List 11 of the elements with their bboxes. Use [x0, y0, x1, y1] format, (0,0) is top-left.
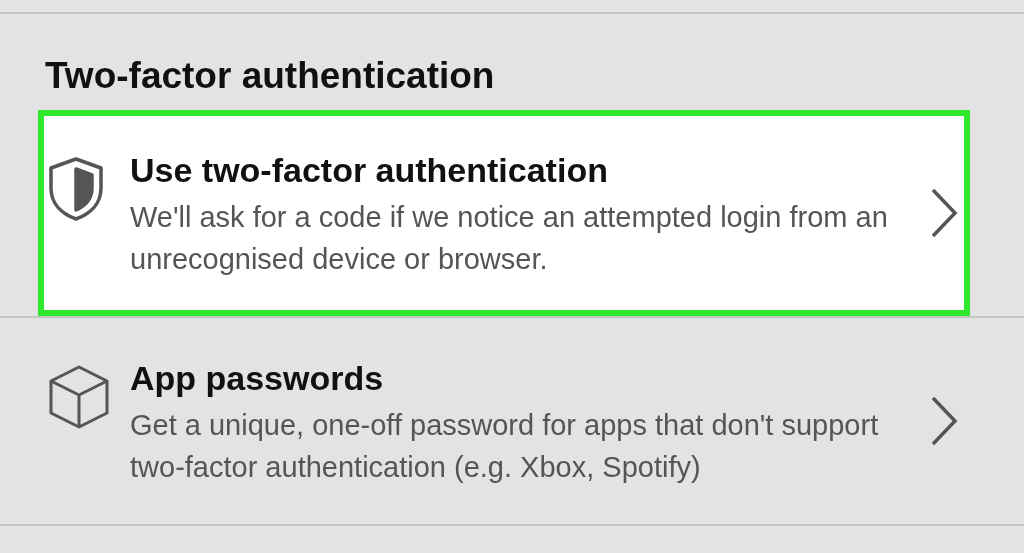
item-description: Get a unique, one-off password for apps that don't support two-factor authentication (e.g. Xbox, Spotify) — [130, 408, 880, 485]
section-heading: Two-factor authentication — [44, 54, 496, 98]
item-description: We'll ask for a code if we notice an attempted login from an unrecognised device or browser. — [130, 200, 889, 277]
item-title: Use two-factor authentication — [130, 150, 609, 190]
shield-icon — [48, 156, 104, 222]
chevron-right-icon — [930, 395, 958, 447]
item-title: App passwords — [130, 358, 385, 398]
chevron-right-icon — [930, 187, 958, 239]
cube-icon — [48, 364, 110, 430]
setting-item[interactable]: App passwords Get a unique, one-off password for apps that don't support two-factor authentication (e.g. Xbox, Spotify) — [38, 318, 970, 524]
setting-item[interactable]: Use two-factor authentication We'll ask for a code if we notice an attempted login from an unrecognised device or browser. — [38, 110, 970, 316]
